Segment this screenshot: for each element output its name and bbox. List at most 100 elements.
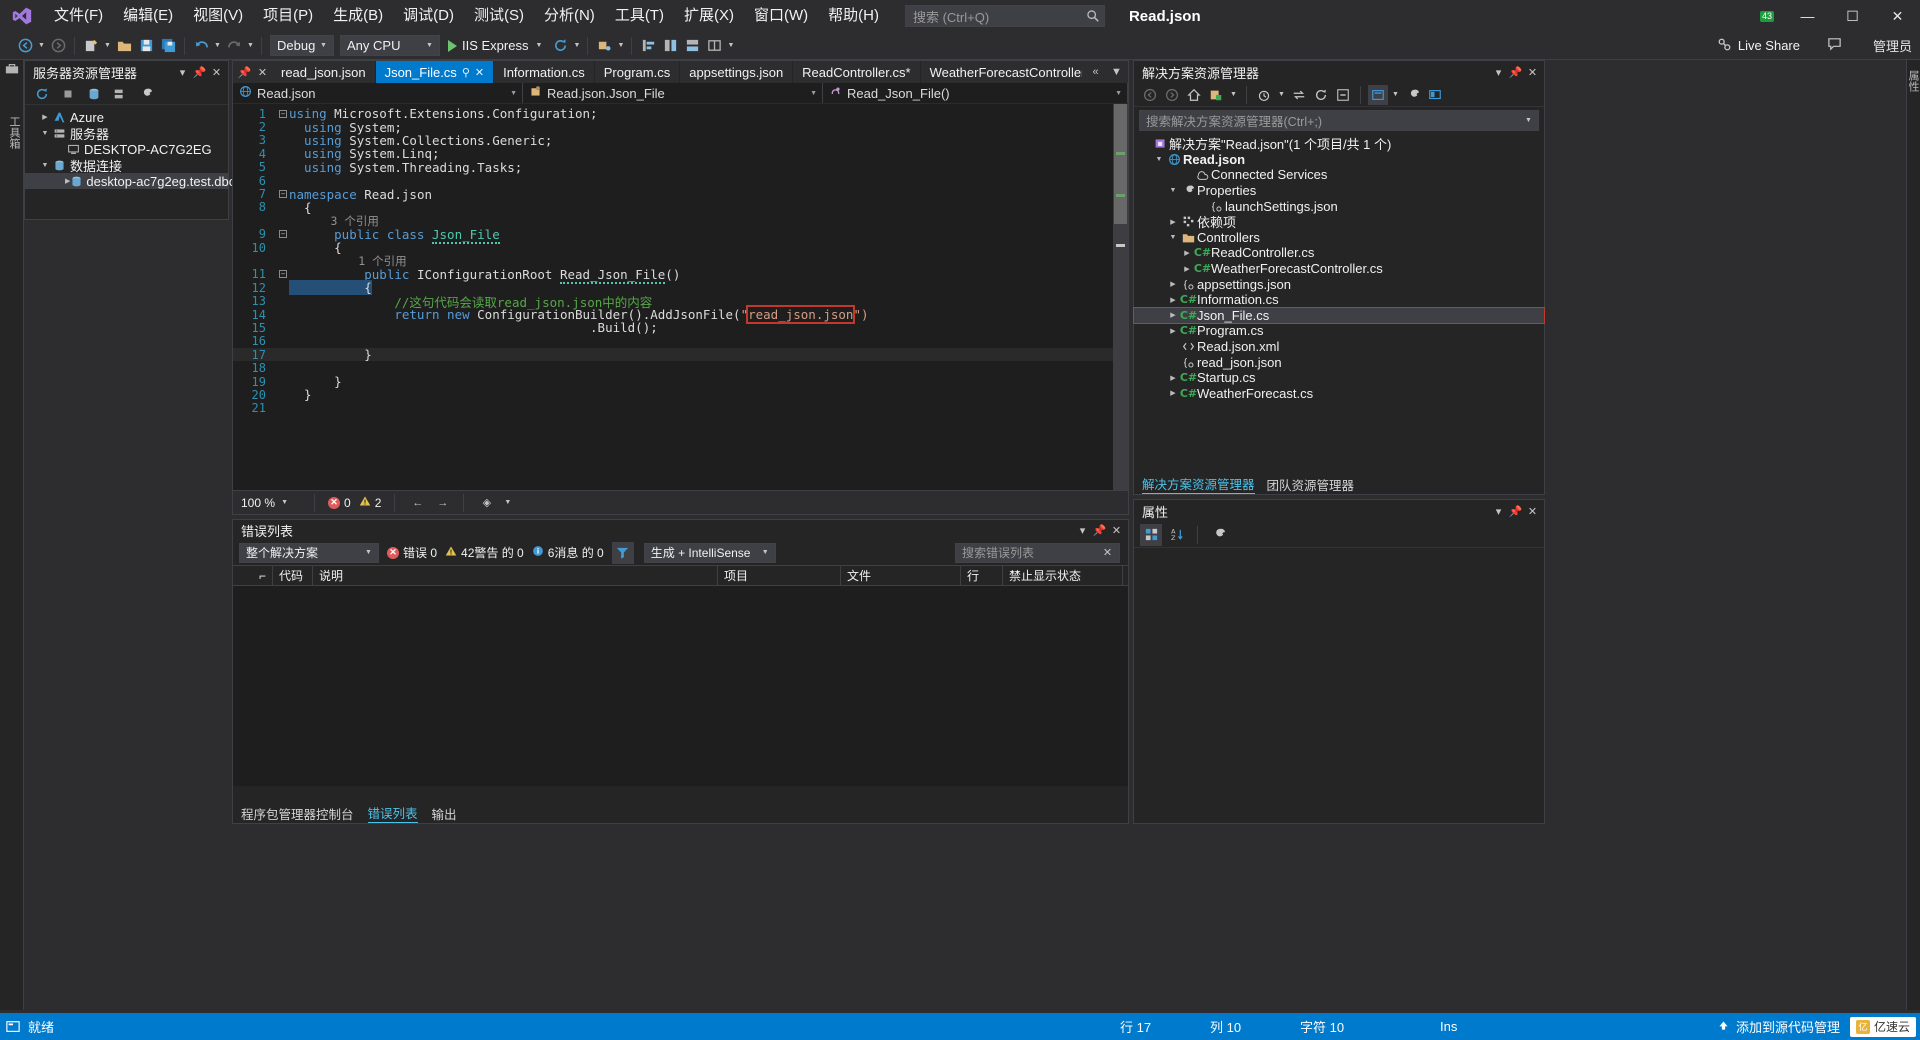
align-left-icon[interactable] [637, 35, 659, 57]
chevron-down-icon[interactable]: ▼ [1390, 91, 1401, 98]
solution-tree-item[interactable]: ▼Properties [1134, 183, 1544, 199]
menu-build[interactable]: 生成(B) [323, 0, 393, 32]
collapse-icon[interactable]: − [279, 110, 287, 118]
tab-team-explorer[interactable]: 团队资源管理器 [1267, 475, 1355, 494]
navbar-project-dropdown[interactable]: Read.json ▼ [233, 83, 523, 103]
fold-margin[interactable]: − [277, 110, 289, 118]
add-server-icon[interactable] [109, 83, 131, 105]
navigate-back-icon[interactable] [14, 35, 36, 57]
chevron-down-icon[interactable]: ▼ [1152, 156, 1166, 163]
chevron-right-icon[interactable]: ▶ [1166, 327, 1180, 335]
build-intellisense-dropdown[interactable]: 生成 + IntelliSense ▼ [644, 543, 776, 563]
menu-tools[interactable]: 工具(T) [605, 0, 674, 32]
solution-tree-item[interactable]: ▶C#Json_File.cs [1134, 308, 1544, 324]
solution-tree-item[interactable]: ▶C#Information.cs [1134, 292, 1544, 308]
menu-project[interactable]: 项目(P) [253, 0, 323, 32]
categorized-icon[interactable] [1140, 524, 1162, 546]
pending-changes-icon[interactable] [1206, 85, 1226, 105]
forward-icon[interactable] [1162, 85, 1182, 105]
chevron-right-icon[interactable]: ▶ [39, 109, 51, 125]
chevron-down-icon[interactable]: ▼ [39, 157, 51, 173]
solution-tree-item[interactable]: ▶appsettings.json [1134, 276, 1544, 292]
pin-icon[interactable]: ⚲ [462, 66, 470, 79]
menu-view[interactable]: 视图(V) [183, 0, 253, 32]
column-suppression-state[interactable]: 禁止显示状态 [1003, 566, 1123, 585]
menu-analyze[interactable]: 分析(N) [534, 0, 605, 32]
chevron-down-icon[interactable]: ▼ [533, 42, 544, 49]
fold-margin[interactable]: − [277, 190, 289, 198]
back-icon[interactable] [1140, 85, 1160, 105]
manage-account-label[interactable]: 管理员 [1873, 36, 1912, 55]
tab-package-manager-console[interactable]: 程序包管理器控制台 [241, 804, 354, 823]
tree-item-data-connections[interactable]: ▼ 数据连接 [25, 157, 228, 173]
collapse-icon[interactable]: − [279, 230, 287, 238]
quick-launch-search[interactable]: 搜索 (Ctrl+Q) [905, 5, 1105, 27]
error-scope-dropdown[interactable]: 整个解决方案 ▼ [239, 543, 379, 563]
arrow-right-icon[interactable]: → [435, 495, 450, 510]
align-grid-icon[interactable] [659, 35, 681, 57]
column-description[interactable]: 说明 [313, 566, 718, 585]
chevron-right-icon[interactable]: ▶ [1180, 249, 1194, 257]
back-dropdown-icon[interactable]: ▼ [36, 42, 47, 49]
menu-debug[interactable]: 调试(D) [393, 0, 464, 32]
column-sort-indicator[interactable]: ⌐ [233, 566, 273, 585]
tree-item-database[interactable]: ▶ desktop-ac7g2eg.test.dbo [25, 173, 228, 189]
chevron-down-icon[interactable]: ▾ [175, 65, 190, 80]
build-configuration-dropdown[interactable]: Debug ▼ [270, 35, 334, 56]
save-icon[interactable] [135, 35, 157, 57]
menu-edit[interactable]: 编辑(E) [113, 0, 183, 32]
menu-test[interactable]: 测试(S) [464, 0, 534, 32]
refresh-icon[interactable] [1311, 85, 1331, 105]
alphabetical-icon[interactable]: AZ [1166, 524, 1188, 546]
stop-icon[interactable] [57, 83, 79, 105]
menu-window[interactable]: 窗口(W) [744, 0, 818, 32]
filter-icon[interactable] [612, 542, 634, 564]
live-share-button[interactable]: Live Share [1717, 37, 1800, 55]
close-icon[interactable]: ✕ [1525, 65, 1540, 80]
close-button[interactable]: ✕ [1875, 0, 1920, 32]
show-all-files-icon[interactable] [1368, 85, 1388, 105]
tab-read-json-json[interactable]: read_json.json [272, 61, 376, 83]
window-split-icon[interactable] [703, 35, 725, 57]
message-filter-toggle[interactable]: 6消息 的 0 [532, 544, 604, 561]
toolbox-vertical-tab[interactable]: 工具箱 [2, 72, 22, 192]
solution-tree-item[interactable]: ▼Controllers [1134, 230, 1544, 246]
properties-vertical-tab[interactable]: 属性 [1907, 70, 1920, 92]
error-list-search-input[interactable]: 搜索错误列表 ✕ [955, 543, 1120, 563]
solution-tree-item[interactable]: Read.json.xml [1134, 339, 1544, 355]
solution-tree-item[interactable]: ▶C#ReadController.cs [1134, 245, 1544, 261]
fold-margin[interactable]: − [277, 270, 289, 278]
pin-icon[interactable]: 📌 [238, 65, 251, 80]
warning-filter-toggle[interactable]: 42警告 的 0 [445, 544, 524, 561]
close-icon[interactable]: ✕ [1525, 504, 1540, 519]
solution-tree-item[interactable]: ▼Read.json [1134, 152, 1544, 168]
layout-icon[interactable] [681, 35, 703, 57]
save-all-icon[interactable] [157, 35, 179, 57]
start-debug-button[interactable]: IIS Express ▼ [443, 35, 549, 57]
tree-item-azure[interactable]: ▶ Azure [25, 109, 228, 125]
close-icon[interactable]: ✕ [1100, 545, 1115, 560]
pin-icon[interactable]: 📌 [1508, 504, 1523, 519]
solution-tree-item[interactable]: ▶C#WeatherForecast.cs [1134, 386, 1544, 402]
new-project-dropdown-icon[interactable]: ▼ [102, 42, 113, 49]
history-icon[interactable] [1254, 85, 1274, 105]
solution-tree-item[interactable]: read_json.json [1134, 354, 1544, 370]
chevron-down-icon[interactable]: ▼ [1523, 117, 1534, 124]
tab-error-list[interactable]: 错误列表 [368, 803, 418, 823]
tab-json-file-cs[interactable]: Json_File.cs ⚲ ✕ [376, 61, 495, 83]
navbar-member-dropdown[interactable]: Read_Json_File() ▼ [823, 83, 1128, 103]
solution-tree-item[interactable]: 解决方案"Read.json"(1 个项目/共 1 个) [1134, 136, 1544, 152]
chevron-right-icon[interactable]: ▶ [1166, 218, 1180, 226]
tab-readcontroller-cs[interactable]: ReadController.cs* [793, 61, 920, 83]
chevron-right-icon[interactable]: ▶ [1166, 296, 1180, 304]
step-icon[interactable] [593, 35, 615, 57]
chevron-right-icon[interactable]: ▶ [1166, 374, 1180, 382]
redo-dropdown-icon[interactable]: ▼ [245, 42, 256, 49]
close-icon[interactable]: ✕ [475, 66, 484, 79]
properties-wrench-icon[interactable] [1403, 85, 1423, 105]
maximize-button[interactable]: ☐ [1830, 0, 1875, 32]
close-icon[interactable]: ✕ [209, 65, 224, 80]
solution-search-input[interactable]: 搜索解决方案资源管理器(Ctrl+;) ▼ [1139, 110, 1539, 131]
chevron-down-icon[interactable]: ▾ [1075, 523, 1090, 538]
solution-tree-item[interactable]: ▶C#Startup.cs [1134, 370, 1544, 386]
